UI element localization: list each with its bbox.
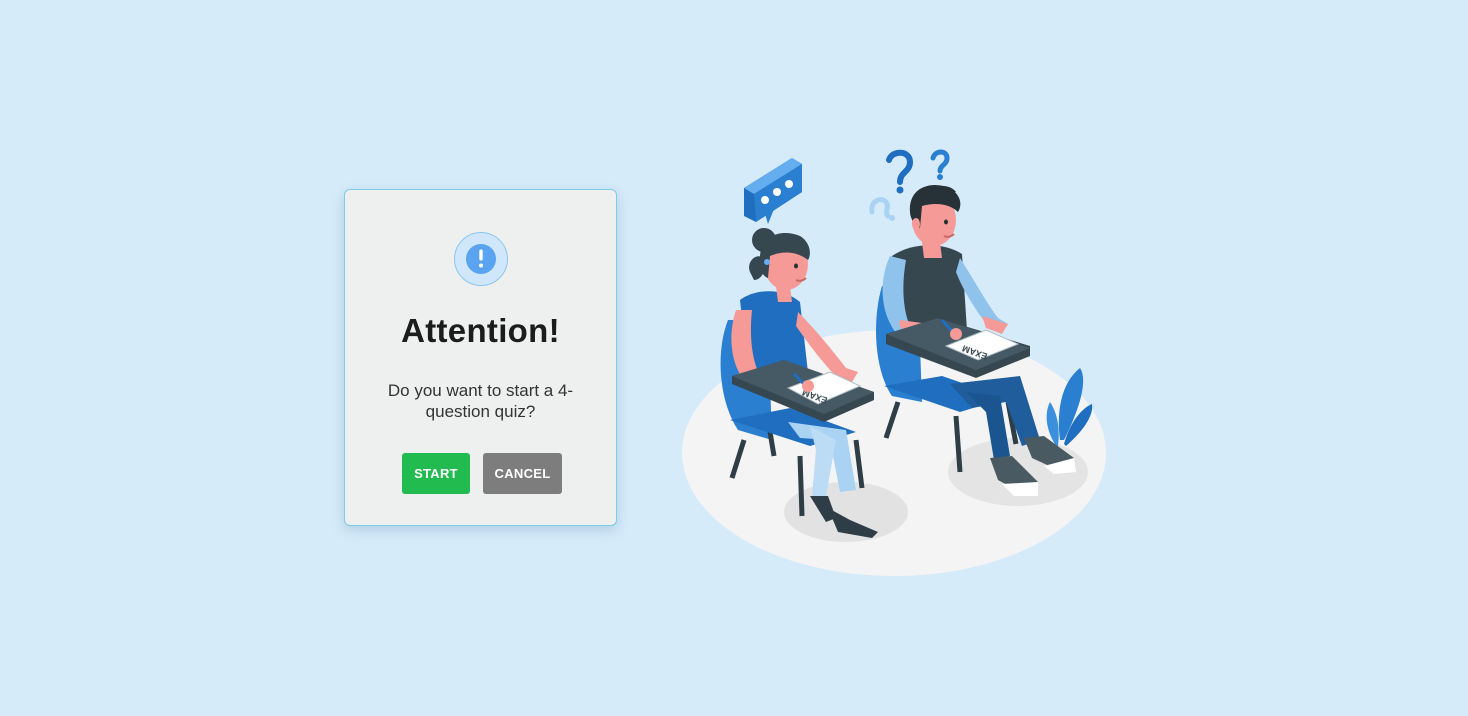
confirm-dialog: Attention! Do you want to start a 4-ques…: [344, 189, 617, 526]
dialog-message: Do you want to start a 4-question quiz?: [387, 381, 574, 421]
speech-bubble-icon: [744, 158, 802, 224]
students-taking-exam-illustration: EXAM EXAM: [682, 149, 1106, 576]
dialog-title: Attention!: [401, 312, 560, 349]
page-background: Attention! Do you want to start a 4-ques…: [0, 0, 1468, 716]
exclamation-circle-icon: [454, 232, 508, 286]
cancel-button[interactable]: CANCEL: [483, 453, 562, 494]
start-button[interactable]: START: [402, 453, 470, 494]
